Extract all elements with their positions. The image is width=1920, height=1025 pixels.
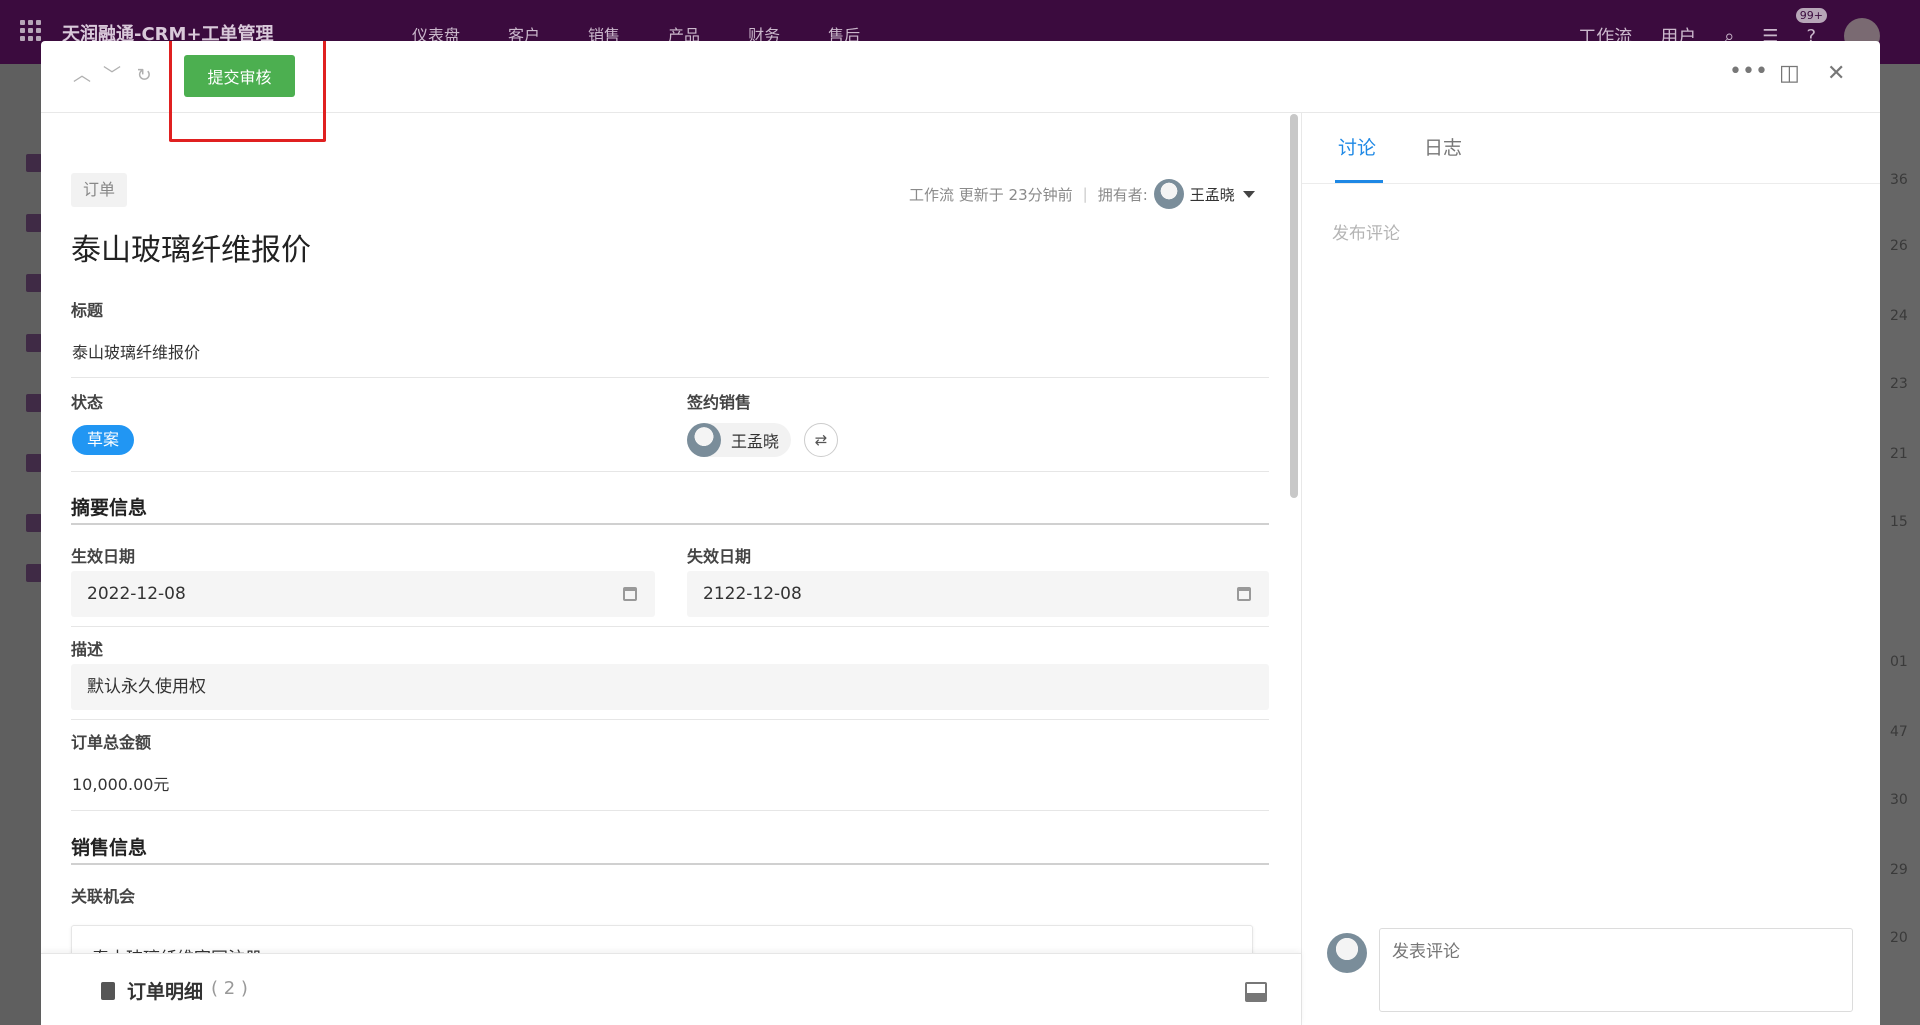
right-list-dimmed: 36 26 24 23 21 15 01 47 30 29 20	[1880, 64, 1920, 1025]
modal-header: ︿ ﹀ ↻ 提交审核 ••• ◫ ✕	[41, 41, 1880, 142]
section-title-sales: 销售信息	[71, 837, 148, 859]
list-fragment: 24	[1890, 308, 1908, 324]
post-comment-placeholder[interactable]: 发布评论	[1332, 219, 1400, 244]
record-detail-modal: ︿ ﹀ ↻ 提交审核 ••• ◫ ✕ 订单 工作流 更新于 23分钟前 | 拥有…	[41, 41, 1880, 1025]
list-fragment: 30	[1890, 792, 1908, 808]
field-label-description: 描述	[71, 640, 104, 659]
list-fragment: 20	[1890, 930, 1908, 946]
signing-sales-chip[interactable]: 王孟晓	[687, 423, 792, 457]
divider	[71, 377, 1269, 378]
field-value-total-amount[interactable]: 10,000.00元	[72, 771, 169, 795]
sidebar-icon	[26, 564, 42, 582]
owner-label: 拥有者:	[1097, 185, 1148, 204]
tabs-divider	[1302, 183, 1880, 184]
list-fragment: 01	[1890, 654, 1908, 670]
list-fragment: 47	[1890, 724, 1908, 740]
apps-grid-icon[interactable]	[20, 20, 42, 42]
field-label-effective-date: 生效日期	[71, 547, 136, 566]
list-fragment: 29	[1890, 862, 1908, 878]
comment-input[interactable]	[1379, 928, 1853, 1012]
updated-text: 工作流 更新于 23分钟前	[909, 185, 1073, 204]
list-fragment: 36	[1890, 172, 1908, 188]
divider	[71, 626, 1269, 627]
sidebar-icon	[26, 214, 42, 232]
expiry-date-value: 2122-12-08	[703, 584, 802, 604]
section-divider	[71, 863, 1269, 865]
swap-icon[interactable]: ⇄	[804, 423, 838, 457]
notification-badge: 99+	[1795, 8, 1827, 23]
record-main-panel: 订单 工作流 更新于 23分钟前 | 拥有者: 王孟晓 泰山玻璃纤维报价 标题 …	[41, 113, 1291, 1025]
divider	[71, 719, 1269, 720]
effective-date-value: 2022-12-08	[87, 584, 186, 604]
more-icon[interactable]: •••	[1729, 59, 1768, 84]
order-details-bar[interactable]: 订单明细 ( 2 )	[41, 953, 1301, 1025]
owner-name[interactable]: 王孟晓	[1190, 184, 1235, 205]
expand-panel-icon[interactable]	[1245, 982, 1267, 1002]
refresh-icon[interactable]: ↻	[133, 65, 155, 87]
effective-date-field[interactable]: 2022-12-08	[71, 571, 655, 617]
divider	[71, 471, 1269, 472]
sidebar-icon	[26, 334, 42, 352]
signing-sales-name: 王孟晓	[731, 432, 780, 451]
description-field[interactable]: 默认永久使用权	[71, 664, 1269, 710]
book-icon	[101, 982, 115, 1000]
sidebar-icon	[26, 154, 42, 172]
section-divider	[71, 523, 1269, 525]
expiry-date-field[interactable]: 2122-12-08	[687, 571, 1269, 617]
sidebar-icon	[26, 454, 42, 472]
chevron-down-icon[interactable]: ﹀	[101, 65, 123, 87]
calendar-icon[interactable]	[1237, 587, 1251, 601]
sidebar-icon	[26, 274, 42, 292]
record-title: 泰山玻璃纤维报价	[71, 233, 311, 268]
meta-separator: |	[1082, 185, 1088, 203]
divider	[71, 810, 1269, 811]
tab-discussion[interactable]: 讨论	[1338, 133, 1376, 160]
section-title-summary: 摘要信息	[71, 497, 148, 519]
owner-dropdown-icon[interactable]	[1242, 190, 1255, 198]
field-label-related-opportunity: 关联机会	[71, 887, 136, 906]
list-fragment: 21	[1890, 446, 1908, 462]
field-label-expiry-date: 失效日期	[687, 547, 752, 566]
sidebar-icon	[26, 514, 42, 532]
field-label-status: 状态	[71, 393, 104, 412]
order-details-count: ( 2 )	[211, 978, 248, 999]
record-type-tag: 订单	[71, 173, 128, 207]
main-scrollbar[interactable]	[1290, 114, 1298, 498]
field-label-signing-sales: 签约销售	[687, 393, 752, 412]
order-details-label: 订单明细	[127, 981, 204, 1003]
tab-log[interactable]: 日志	[1424, 133, 1462, 160]
panel-divider	[1301, 113, 1302, 1025]
owner-avatar	[1153, 179, 1184, 209]
signing-sales-avatar	[687, 423, 721, 457]
list-fragment: 15	[1890, 514, 1908, 530]
calendar-icon[interactable]	[623, 587, 637, 601]
sidebar-toggle-icon[interactable]: ◫	[1779, 61, 1800, 86]
chevron-up-icon[interactable]: ︿	[71, 65, 93, 87]
list-fragment: 26	[1890, 238, 1908, 254]
left-sidebar-dimmed	[0, 64, 42, 1025]
field-label-title: 标题	[71, 301, 104, 320]
list-fragment: 23	[1890, 376, 1908, 392]
commenter-avatar	[1327, 933, 1367, 973]
field-value-title[interactable]: 泰山玻璃纤维报价	[72, 339, 200, 363]
status-badge[interactable]: 草案	[72, 425, 135, 455]
close-icon[interactable]: ✕	[1827, 61, 1845, 86]
field-label-total-amount: 订单总金额	[71, 733, 152, 752]
record-meta: 工作流 更新于 23分钟前 | 拥有者: 王孟晓	[909, 179, 1255, 209]
submit-for-review-button[interactable]: 提交审核	[184, 55, 295, 97]
sidebar-icon	[26, 394, 42, 412]
